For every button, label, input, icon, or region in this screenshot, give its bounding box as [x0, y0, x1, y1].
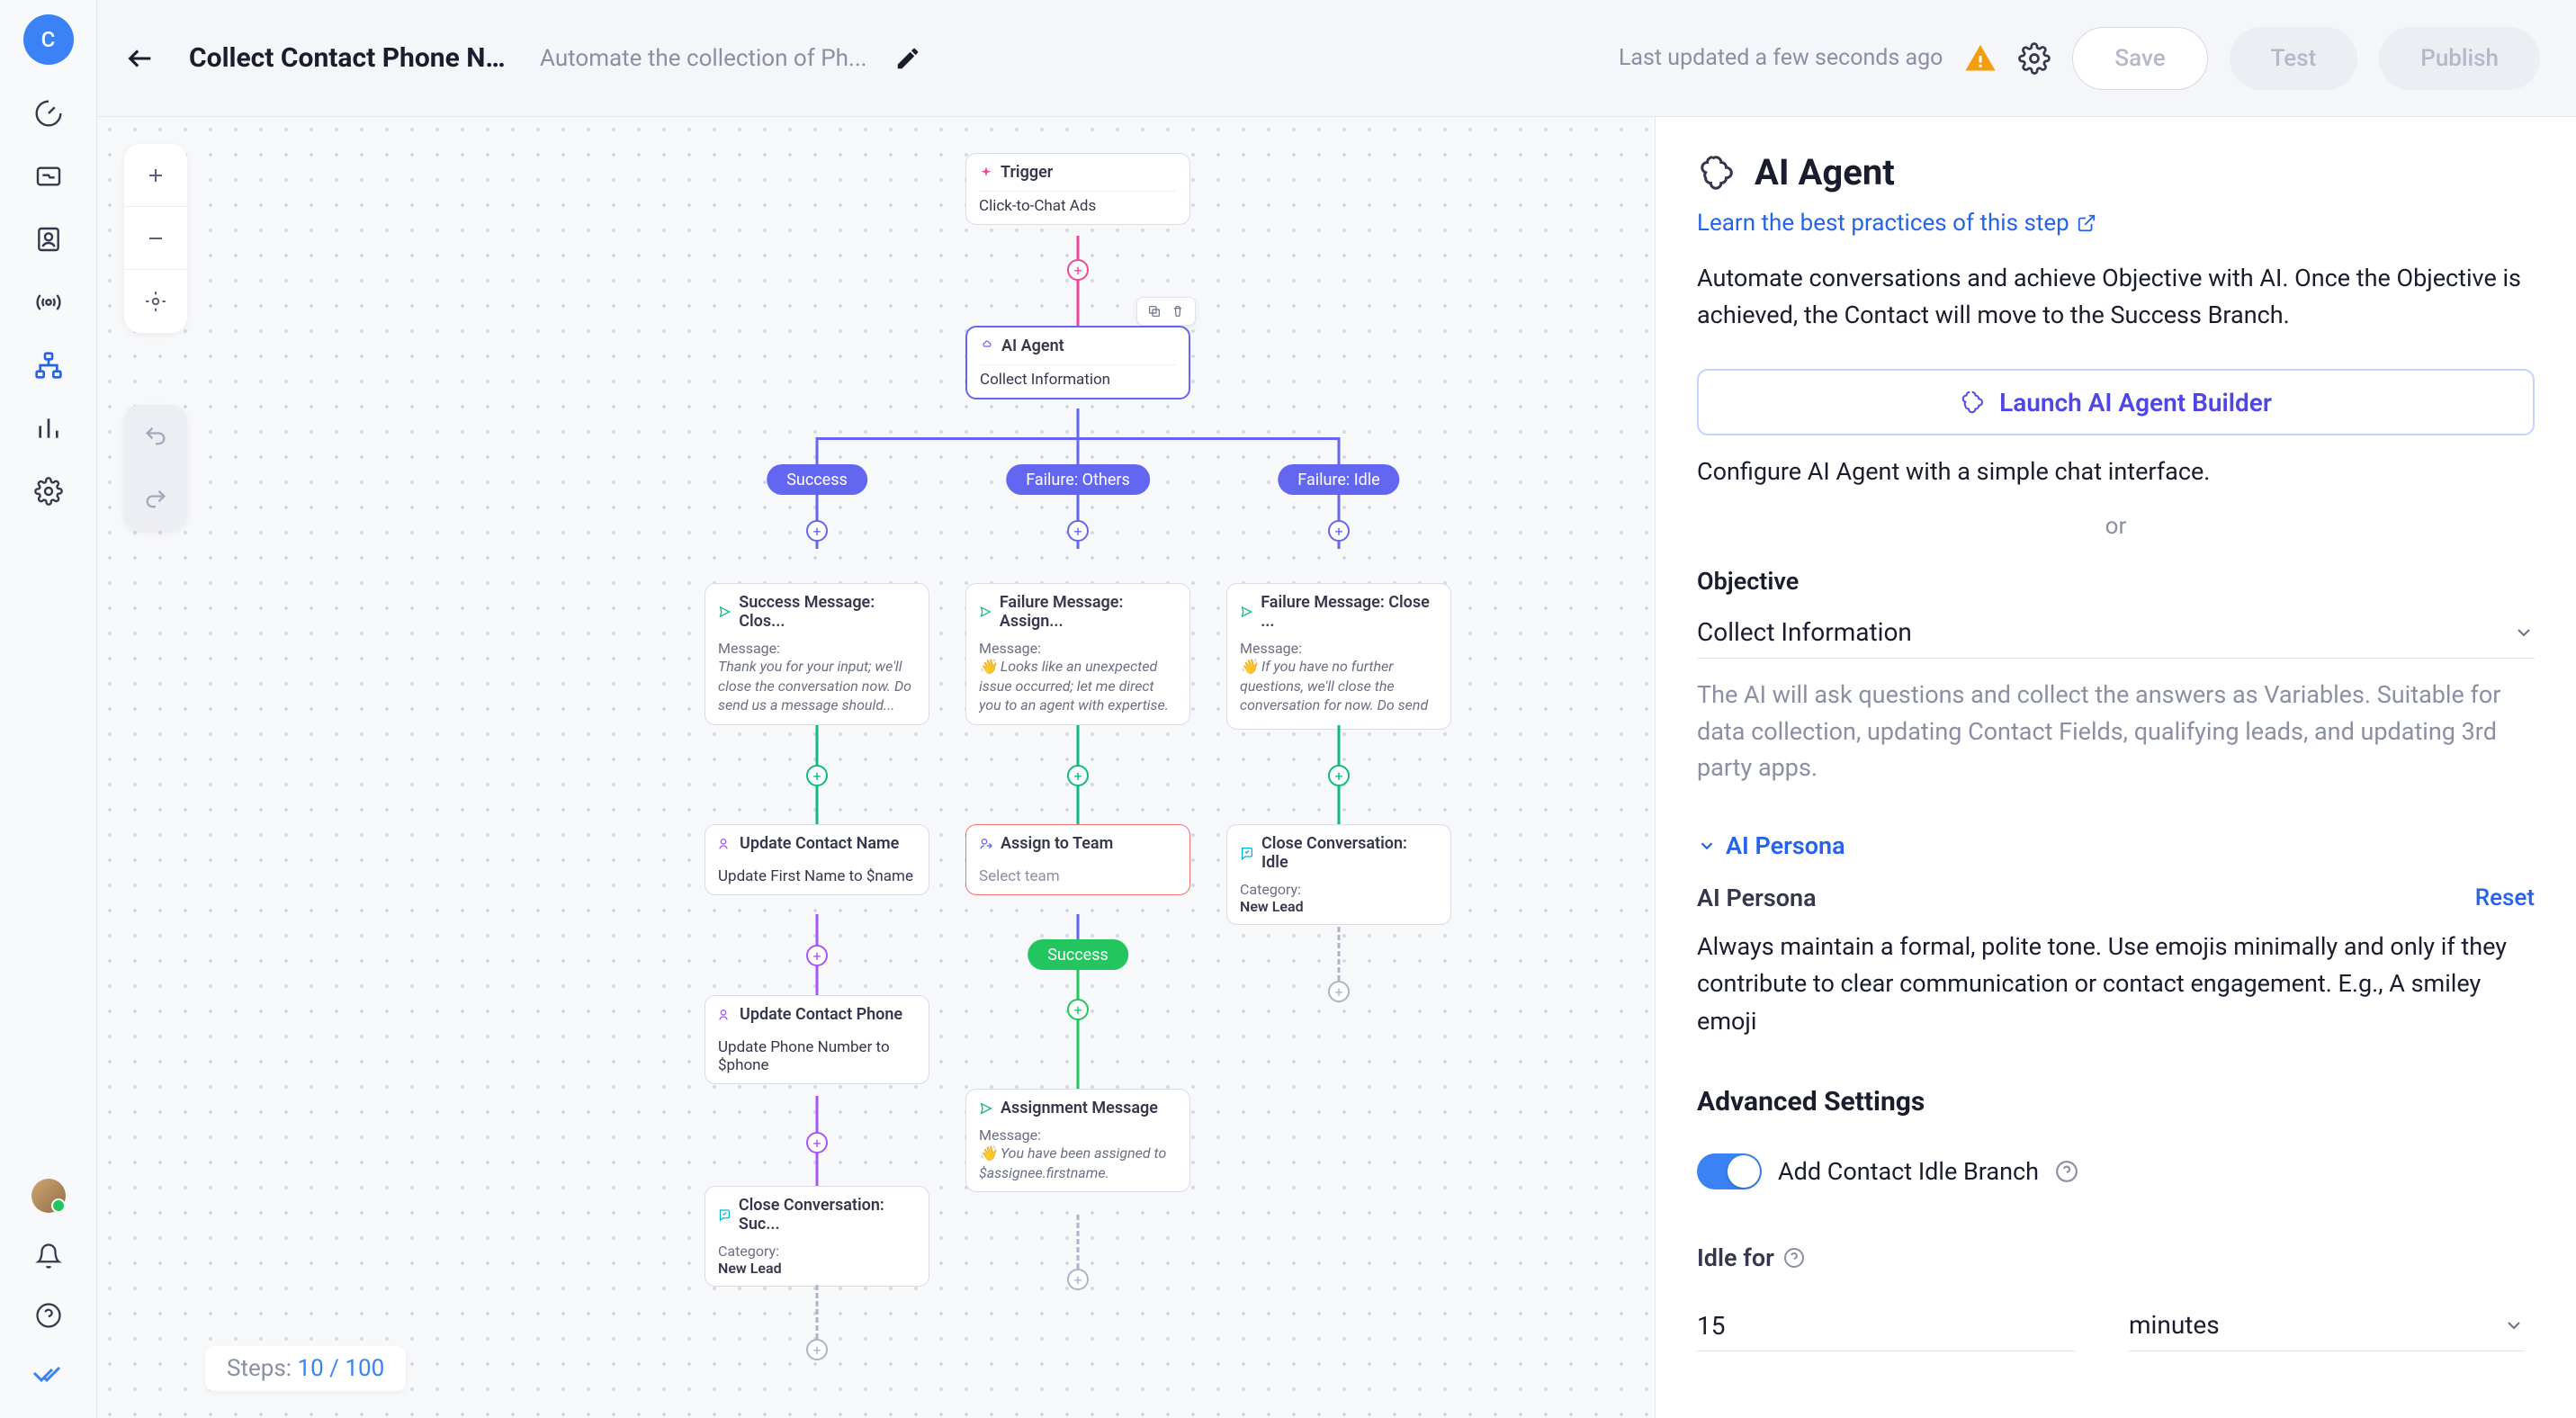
- node-update-phone[interactable]: Update Contact Phone Update Phone Number…: [705, 995, 929, 1084]
- chevron-down-icon: [2503, 1315, 2525, 1336]
- help-icon[interactable]: [27, 1294, 70, 1337]
- node-assignment-message[interactable]: Assignment Message Message: 👋 You have b…: [965, 1089, 1190, 1192]
- warning-icon[interactable]: [1964, 42, 1997, 75]
- ai-persona-toggle[interactable]: AI Persona: [1697, 831, 2535, 860]
- reset-persona-link[interactable]: Reset: [2475, 884, 2535, 911]
- add-step-button[interactable]: +: [806, 1339, 828, 1360]
- zoom-out-button[interactable]: [124, 207, 187, 270]
- idle-branch-label: Add Contact Idle Branch: [1778, 1157, 2039, 1186]
- undo-redo-controls: [124, 405, 187, 531]
- settings-icon[interactable]: [27, 470, 70, 513]
- node-close-success[interactable]: Close Conversation: Suc... Category: New…: [705, 1186, 929, 1287]
- ai-brain-icon: [1697, 152, 1738, 193]
- idle-for-label: Idle for: [1697, 1243, 1774, 1272]
- add-step-button[interactable]: +: [1067, 765, 1089, 786]
- inbox-icon[interactable]: [27, 155, 70, 198]
- branch-failure-idle: Failure: Idle: [1278, 464, 1399, 495]
- objective-help: The AI will ask questions and collect th…: [1697, 677, 2535, 786]
- zoom-fit-button[interactable]: [124, 270, 187, 333]
- advanced-settings-title: Advanced Settings: [1697, 1086, 2535, 1117]
- zoom-controls: [124, 144, 187, 333]
- node-assign-team[interactable]: Assign to Team Select team: [965, 824, 1190, 895]
- last-updated-text: Last updated a few seconds ago: [1619, 45, 1943, 71]
- workflow-title: Collect Contact Phone Nu...: [189, 42, 513, 74]
- objective-select[interactable]: Collect Information: [1697, 606, 2535, 659]
- branch-success: Success: [767, 464, 867, 495]
- publish-button[interactable]: Publish: [2379, 27, 2540, 90]
- add-step-button[interactable]: +: [1067, 520, 1089, 542]
- broadcast-icon[interactable]: [27, 281, 70, 324]
- add-step-button[interactable]: +: [1328, 765, 1350, 786]
- add-step-button[interactable]: +: [806, 1132, 828, 1153]
- steps-counter: Steps: 10 / 100: [205, 1346, 406, 1391]
- notifications-icon[interactable]: [27, 1234, 70, 1278]
- external-link-icon: [2077, 213, 2096, 233]
- top-bar: Collect Contact Phone Nu... Automate the…: [97, 0, 2576, 117]
- branch-success-inner: Success: [1028, 939, 1128, 970]
- add-step-button[interactable]: +: [1328, 981, 1350, 1002]
- idle-duration-input[interactable]: [1697, 1301, 2075, 1351]
- add-step-button[interactable]: +: [1067, 999, 1089, 1020]
- edit-title-icon[interactable]: [894, 45, 921, 72]
- zoom-in-button[interactable]: [124, 144, 187, 207]
- duplicate-node-icon[interactable]: [1144, 301, 1164, 321]
- builder-subtext: Configure AI Agent with a simple chat in…: [1697, 457, 2535, 486]
- idle-unit-select[interactable]: minutes: [2129, 1299, 2525, 1351]
- left-navigation-rail: C: [0, 0, 97, 1418]
- help-tooltip-icon[interactable]: [1783, 1247, 1805, 1269]
- redo-button[interactable]: [124, 468, 187, 531]
- add-step-button[interactable]: +: [806, 520, 828, 542]
- add-step-button[interactable]: +: [1328, 520, 1350, 542]
- add-step-button[interactable]: +: [806, 945, 828, 966]
- user-avatar[interactable]: [31, 1179, 66, 1213]
- workflow-canvas[interactable]: Steps: 10 / 100 Trigger Click-to-Chat Ad…: [97, 117, 1652, 1418]
- node-idle-message[interactable]: Failure Message: Close ... Message: 👋 If…: [1226, 583, 1451, 730]
- node-close-idle[interactable]: Close Conversation: Idle Category: New L…: [1226, 824, 1451, 925]
- node-ai-agent[interactable]: AI Agent Collect Information: [965, 326, 1190, 399]
- add-step-button[interactable]: +: [806, 765, 828, 786]
- add-step-button[interactable]: +: [1067, 1269, 1089, 1290]
- workspace-avatar[interactable]: C: [23, 14, 74, 65]
- contacts-icon[interactable]: [27, 218, 70, 261]
- node-update-name[interactable]: Update Contact Name Update First Name to…: [705, 824, 929, 895]
- back-button[interactable]: [119, 37, 162, 80]
- node-trigger[interactable]: Trigger Click-to-Chat Ads: [965, 153, 1190, 225]
- launch-builder-button[interactable]: Launch AI Agent Builder: [1697, 369, 2535, 435]
- step-config-panel: AI Agent Learn the best practices of thi…: [1655, 117, 2576, 1418]
- learn-more-link[interactable]: Learn the best practices of this step: [1697, 210, 2535, 237]
- persona-label: AI Persona: [1697, 884, 1817, 912]
- panel-description: Automate conversations and achieve Objec…: [1697, 260, 2535, 333]
- or-divider: or: [1697, 513, 2535, 540]
- add-step-button[interactable]: +: [1067, 259, 1089, 281]
- undo-button[interactable]: [124, 405, 187, 468]
- workflows-icon[interactable]: [27, 344, 70, 387]
- test-button[interactable]: Test: [2230, 27, 2358, 90]
- node-failure-message[interactable]: Failure Message: Assign... Message: 👋 Lo…: [965, 583, 1190, 725]
- dashboard-icon[interactable]: [27, 92, 70, 135]
- save-button[interactable]: Save: [2072, 27, 2207, 90]
- objective-label: Objective: [1697, 567, 2535, 596]
- persona-text: Always maintain a formal, polite tone. U…: [1697, 929, 2535, 1042]
- brand-logo-icon: [27, 1353, 70, 1396]
- panel-title: AI Agent: [1755, 151, 1895, 193]
- chevron-down-icon: [2513, 622, 2535, 643]
- branch-failure-others: Failure: Others: [1006, 464, 1150, 495]
- help-tooltip-icon[interactable]: [2055, 1160, 2078, 1183]
- workflow-settings-icon[interactable]: [2018, 42, 2051, 75]
- reports-icon[interactable]: [27, 407, 70, 450]
- node-actions: [1136, 297, 1196, 326]
- workflow-description: Automate the collection of Ph...: [540, 45, 867, 72]
- node-success-message[interactable]: Success Message: Clos... Message: Thank …: [705, 583, 929, 725]
- delete-node-icon[interactable]: [1168, 301, 1188, 321]
- idle-branch-toggle[interactable]: [1697, 1153, 1762, 1189]
- chevron-down-icon: [1697, 836, 1717, 856]
